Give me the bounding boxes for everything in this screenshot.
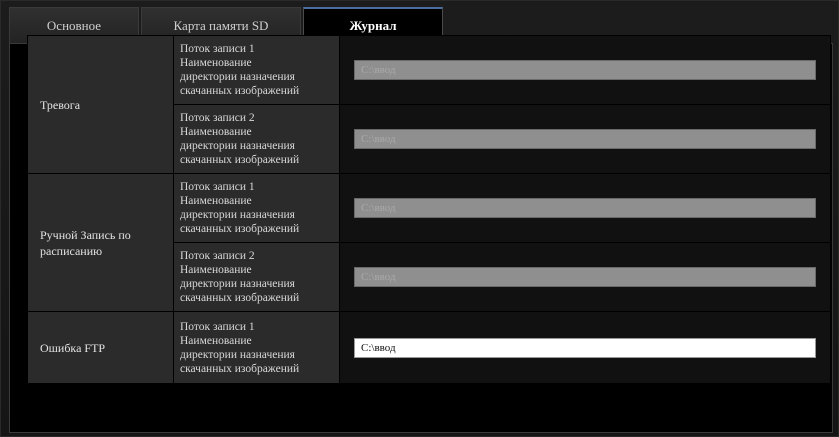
desc-line: скачанных изображений (180, 154, 300, 166)
desc-line: Наименование (180, 57, 252, 69)
field-label: Поток записи 1 Наименование директории н… (173, 35, 340, 105)
table-row: Тревога Поток записи 1 Наименование дире… (27, 35, 831, 174)
field-label: Поток записи 2 Наименование директории н… (173, 104, 340, 174)
desc-line: скачанных изображений (180, 362, 300, 375)
table-row: Ручной Запись по расписанию Поток записи… (27, 173, 831, 312)
desc-line: директории назначения (180, 71, 295, 83)
manual-stream2-directory-input[interactable]: C:\ввод (354, 267, 816, 287)
field-label: Поток записи 2 Наименование директории н… (173, 242, 340, 312)
desc-line: Наименование (180, 126, 252, 138)
desc-line: скачанных изображений (180, 223, 300, 235)
field-cell: C:\ввод (339, 35, 831, 105)
field-cell: C:\ввод (339, 311, 831, 384)
ftp-error-stream1-directory-input[interactable]: C:\ввод (354, 337, 816, 358)
desc-line: директории назначения (180, 209, 295, 221)
download-directory-table: Тревога Поток записи 1 Наименование дире… (27, 35, 831, 384)
alarm-stream2-directory-input[interactable]: C:\ввод (354, 129, 816, 149)
desc-line: скачанных изображений (180, 292, 300, 304)
stream-label: Поток записи 2 (180, 112, 255, 124)
stream-label: Поток записи 2 (180, 250, 255, 262)
desc-line: Наименование (180, 264, 252, 276)
desc-line: директории назначения (180, 348, 295, 361)
group-label-ftp-error: Ошибка FTP (27, 311, 174, 384)
group-label-alarm: Тревога (27, 35, 174, 174)
group-label-manual-schedule: Ручной Запись по расписанию (27, 173, 174, 312)
desc-line: директории назначения (180, 278, 295, 290)
stream-label: Поток записи 1 (180, 320, 255, 333)
field-cell: C:\ввод (339, 242, 831, 312)
alarm-stream1-directory-input[interactable]: C:\ввод (354, 60, 816, 80)
table-row: Ошибка FTP Поток записи 1 Наименование д… (27, 311, 831, 384)
field-cell: C:\ввод (339, 173, 831, 243)
manual-stream1-directory-input[interactable]: C:\ввод (354, 198, 816, 218)
desc-line: Наименование (180, 195, 252, 207)
field-label: Поток записи 1 Наименование директории н… (173, 173, 340, 243)
desc-line: Наименование (180, 334, 252, 347)
stream-label: Поток записи 1 (180, 181, 255, 193)
desc-line: скачанных изображений (180, 85, 300, 97)
field-label: Поток записи 1 Наименование директории н… (173, 311, 340, 384)
stream-label: Поток записи 1 (180, 43, 255, 55)
settings-window: Основное Карта памяти SD Журнал Тревога … (0, 0, 839, 437)
field-cell: C:\ввод (339, 104, 831, 174)
desc-line: директории назначения (180, 140, 295, 152)
